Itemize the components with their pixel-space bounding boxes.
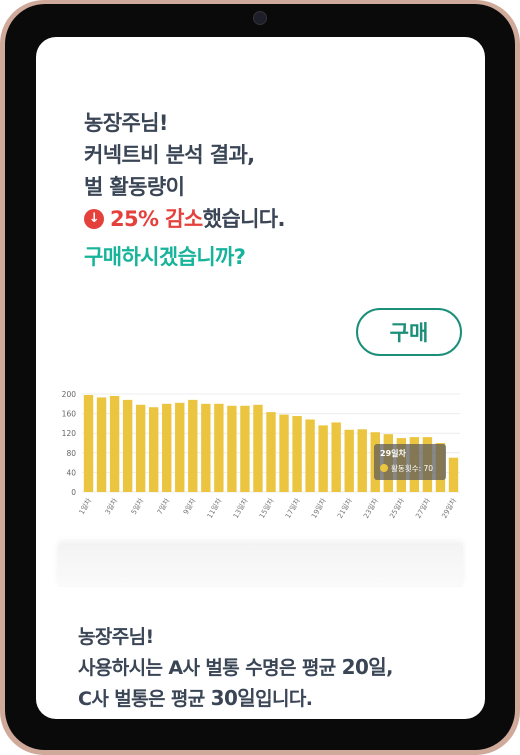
bar[interactable] [201, 403, 211, 492]
bar[interactable] [344, 429, 354, 492]
x-tick-label: 25일차 [387, 496, 406, 520]
decrease-suffix: 했습니다. [202, 207, 286, 231]
bar[interactable] [188, 399, 198, 492]
bar[interactable] [96, 397, 107, 492]
arrow-down-icon: ↓ [84, 209, 104, 229]
bar[interactable] [305, 419, 315, 492]
bar[interactable] [227, 405, 237, 492]
x-tick-label: 29일차 [440, 496, 459, 520]
lifespan-a-days: 20일 [341, 655, 387, 679]
bar[interactable] [253, 404, 263, 492]
bar[interactable] [240, 405, 250, 492]
x-tick-label: 13일차 [231, 496, 250, 520]
x-tick-label: 23일차 [361, 496, 380, 520]
x-tick-label: 21일차 [335, 496, 354, 520]
lifespan-line-c: C사 벌통은 평균 30일입니다. [78, 683, 393, 714]
y-tick-label: 40 [66, 468, 76, 477]
lifespan-c-text: C사 벌통은 평균 [78, 688, 211, 710]
bar[interactable] [122, 399, 133, 492]
bar[interactable] [357, 429, 367, 492]
x-tick-label: 19일차 [309, 496, 328, 520]
lifespan-c-days: 30일 [210, 686, 256, 710]
lifespan-c-suffix: 입니다. [255, 688, 313, 710]
chart-tooltip: 29일차 활동횟수: 70 [374, 444, 446, 480]
x-tick-label: 9일차 [181, 496, 198, 516]
y-tick-label: 200 [62, 390, 77, 399]
x-tick-label: 1일차 [77, 496, 94, 516]
y-tick-label: 160 [62, 410, 77, 419]
y-axis-ticks: 0 40 80 120 160 200 [62, 390, 77, 497]
lifespan-a-text: 사용하시는 A사 벌통 수명은 평균 [78, 657, 342, 679]
purchase-question: 구매하시겠습니까? [84, 245, 246, 269]
activity-text: 벌 활동량이 [84, 175, 185, 199]
bar[interactable] [266, 412, 276, 492]
tooltip-swatch [380, 464, 388, 472]
bar[interactable] [175, 402, 185, 492]
x-axis-ticks: 1일차 3일차 5일차 7일차 9일차 11일차 13일차 15일차 17일차 19일차 21일차 2… [77, 496, 459, 520]
activity-bar-chart: 0 40 80 120 160 200 1일차 3일차 5일차 7일차 9일차 11일차 13일차 15… [62, 390, 460, 520]
lifespan-message: 농장주님! 사용하시는 A사 벌통 수명은 평균 20일, C사 벌통은 평균 … [78, 622, 393, 714]
lifespan-a-comma: , [386, 657, 393, 679]
y-tick-label: 120 [62, 429, 77, 438]
bar[interactable] [109, 395, 120, 492]
greeting-text-2: 농장주님! [78, 626, 154, 648]
y-tick-label: 80 [66, 449, 76, 458]
analysis-message: 농장주님! 커넥트비 분석 결과, 벌 활동량이 ↓ 25% 감소 했습니다. … [84, 107, 285, 273]
decrease-alert: ↓ 25% 감소 했습니다. [84, 203, 285, 235]
divider-shadow [58, 545, 463, 587]
x-tick-label: 15일차 [257, 496, 276, 520]
screen: 농장주님! 커넥트비 분석 결과, 벌 활동량이 ↓ 25% 감소 했습니다. … [36, 37, 485, 719]
decrease-value: 25% 감소 [110, 207, 203, 231]
buy-button[interactable]: 구매 [356, 308, 462, 356]
bar[interactable] [448, 457, 459, 492]
camera-icon [253, 11, 267, 25]
bar[interactable] [148, 407, 159, 492]
tooltip-title: 29일차 [380, 448, 406, 458]
x-tick-label: 3일차 [103, 496, 120, 516]
bar[interactable] [162, 403, 172, 492]
bar[interactable] [292, 416, 302, 492]
analysis-text: 커넥트비 분석 결과, [84, 143, 255, 167]
x-tick-label: 7일차 [155, 496, 172, 516]
x-tick-label: 11일차 [205, 496, 224, 520]
tooltip-value: 활동횟수: 70 [391, 463, 433, 473]
x-tick-label: 27일차 [413, 496, 432, 520]
greeting-text: 농장주님! [84, 111, 168, 135]
bar[interactable] [83, 394, 94, 492]
bar[interactable] [214, 403, 224, 492]
lifespan-line-a: 사용하시는 A사 벌통 수명은 평균 20일, [78, 652, 393, 683]
bar[interactable] [331, 422, 341, 492]
y-tick-label: 0 [71, 488, 76, 497]
bar[interactable] [279, 414, 289, 492]
bar[interactable] [318, 425, 328, 492]
x-tick-label: 5일차 [129, 496, 146, 516]
bar[interactable] [135, 404, 146, 492]
x-tick-label: 17일차 [283, 496, 302, 520]
